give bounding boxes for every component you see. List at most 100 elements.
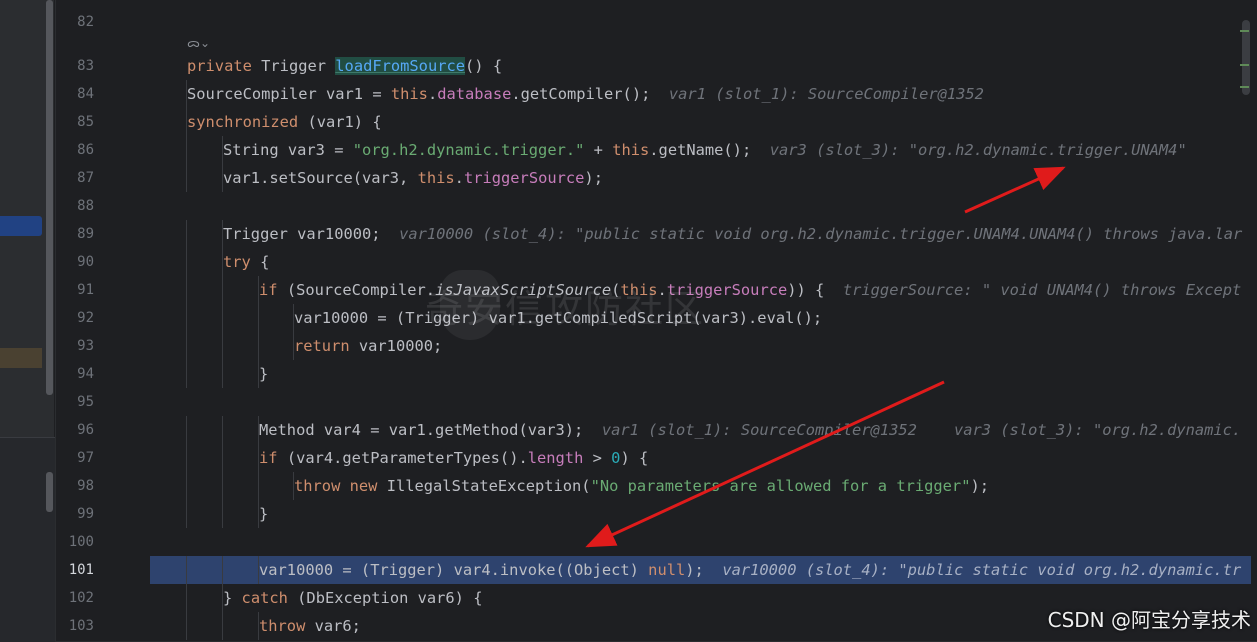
line-number[interactable]: 101 [56, 556, 94, 584]
debug-panel-scrollbar[interactable] [46, 472, 53, 512]
editor-scrollbar[interactable] [1236, 0, 1257, 641]
line-number[interactable]: 95 [56, 388, 94, 416]
code-text[interactable]: SourceCompiler var1 = this.database.getC… [187, 80, 984, 108]
code-token: var10000 = (Trigger) var4.invoke((Object… [259, 561, 649, 579]
method-usages-icon[interactable]: ᯅ⌄ [187, 34, 210, 51]
code-token: } [259, 365, 269, 383]
code-token: throw [294, 477, 341, 495]
line-number[interactable]: 100 [56, 528, 94, 556]
code-token: catch [241, 589, 288, 607]
indent-guide [186, 136, 187, 164]
line-number[interactable]: 86 [56, 136, 94, 164]
code-line[interactable]: 90 try { [56, 248, 1251, 276]
code-token: private [187, 57, 262, 75]
line-number[interactable]: 90 [56, 248, 94, 276]
line-number[interactable]: 82 [56, 8, 94, 36]
project-tree-selected-item[interactable] [0, 216, 42, 236]
code-text[interactable]: } [259, 360, 268, 388]
indent-guide [222, 332, 223, 360]
code-text[interactable]: String var3 = "org.h2.dynamic.trigger." … [223, 136, 1187, 164]
code-text[interactable]: } catch (DbException var6) { [223, 584, 482, 612]
code-token: try [223, 253, 251, 271]
code-line[interactable]: 85 synchronized (var1) { [56, 108, 1251, 136]
line-number[interactable]: 83 [56, 52, 94, 80]
line-number[interactable]: 98 [56, 472, 94, 500]
indent-guide [186, 220, 187, 248]
line-number[interactable]: 93 [56, 332, 94, 360]
change-marker[interactable] [1240, 64, 1249, 66]
line-number[interactable]: 88 [56, 192, 94, 220]
change-marker[interactable] [1240, 30, 1249, 32]
code-line[interactable]: 83 private Trigger loadFromSource() { [56, 52, 1251, 80]
code-token: ); [584, 169, 603, 187]
inline-debug-value: var10000 (slot_4): "public static void o… [703, 561, 1242, 579]
code-text[interactable]: Trigger var10000; var10000 (slot_4): "pu… [223, 220, 1242, 248]
code-token: "No parameters are allowed for a trigger… [590, 477, 971, 495]
line-number[interactable]: 89 [56, 220, 94, 248]
line-number[interactable]: 85 [56, 108, 94, 136]
code-line[interactable]: 88 [56, 192, 1251, 220]
code-text[interactable]: } [259, 500, 268, 528]
indent-guide [258, 472, 259, 500]
code-token: Trigger var10000; [223, 225, 381, 243]
line-number[interactable]: 99 [56, 500, 94, 528]
indent-guide [186, 360, 187, 388]
code-text[interactable]: try { [223, 248, 269, 276]
line-number[interactable]: 91 [56, 276, 94, 304]
method-name-highlight: loadFromSource [335, 57, 466, 75]
code-token: } [223, 589, 242, 607]
inline-debug-value: var10000 (slot_4): "public static void o… [380, 225, 1243, 243]
code-text[interactable]: Method var4 = var1.getMethod(var3); var1… [259, 416, 1241, 444]
code-line[interactable]: 100 [56, 528, 1251, 556]
project-panel-scrollbar[interactable] [46, 0, 53, 395]
code-line[interactable]: 87 var1.setSource(var3, this.triggerSourc… [56, 164, 1251, 192]
code-text[interactable]: throw new IllegalStateException("No para… [294, 472, 989, 500]
line-number[interactable]: 97 [56, 444, 94, 472]
code-line[interactable]: 98 throw new IllegalStateException("No pa… [56, 472, 1251, 500]
change-marker[interactable] [1240, 86, 1249, 88]
code-line[interactable]: 95 [56, 388, 1251, 416]
line-number[interactable]: 87 [56, 164, 94, 192]
line-number[interactable]: 96 [56, 416, 94, 444]
code-text[interactable]: var1.setSource(var3, this.triggerSource)… [223, 164, 603, 192]
code-text[interactable]: throw var6; [259, 612, 361, 640]
indent-guide [186, 276, 187, 304]
code-line[interactable]: 93 return var10000; [56, 332, 1251, 360]
code-line[interactable]: 101 var10000 = (Trigger) var4.invoke((Obj… [69, 556, 1251, 584]
code-text[interactable]: if (SourceCompiler.isJavaxScriptSource(t… [259, 276, 1241, 304]
project-tree-highlighted-item[interactable] [0, 348, 42, 368]
code-token: throw [259, 617, 306, 635]
code-token: )) { [787, 281, 825, 299]
line-number[interactable]: 102 [56, 584, 94, 612]
line-number[interactable]: 92 [56, 304, 94, 332]
line-number[interactable]: 94 [56, 360, 94, 388]
code-line[interactable]: 89 Trigger var10000; var10000 (slot_4): "… [56, 220, 1251, 248]
code-token: ); [685, 561, 704, 579]
line-number[interactable]: 84 [56, 80, 94, 108]
code-text[interactable]: if (var4.getParameterTypes().length > 0)… [259, 444, 648, 472]
code-line[interactable]: 94} [56, 360, 1251, 388]
line-number[interactable]: 103 [56, 612, 94, 640]
code-text[interactable]: return var10000; [294, 332, 442, 360]
code-token: synchronized [187, 113, 308, 131]
code-token: Method var4 = var1.getMethod(var3); [259, 421, 584, 439]
code-line[interactable]: 99} [56, 500, 1251, 528]
code-token: database [437, 85, 512, 103]
code-token: new [349, 477, 378, 495]
code-line[interactable]: 84 SourceCompiler var1 = this.database.ge… [56, 80, 1251, 108]
indent-guide [186, 612, 187, 640]
code-line[interactable]: 86 String var3 = "org.h2.dynamic.trigger.… [56, 136, 1251, 164]
indent-guide [222, 360, 223, 388]
code-line[interactable]: 82 [56, 8, 1251, 36]
code-text[interactable]: synchronized (var1) { [187, 108, 382, 136]
indent-guide [222, 276, 223, 304]
code-line[interactable]: 96 Method var4 = var1.getMethod(var3); va… [56, 416, 1251, 444]
code-text[interactable]: var10000 = (Trigger) var4.invoke((Object… [259, 556, 1241, 584]
code-token: { [250, 253, 270, 271]
indent-guide [258, 304, 259, 332]
watermark-text: 奇安信攻防社区 [425, 287, 706, 331]
code-line[interactable]: 97 if (var4.getParameterTypes().length > … [56, 444, 1251, 472]
code-token: "org.h2.dynamic.trigger." [352, 141, 585, 159]
code-token: this [612, 141, 650, 159]
code-text[interactable]: private Trigger loadFromSource() { [187, 52, 502, 80]
